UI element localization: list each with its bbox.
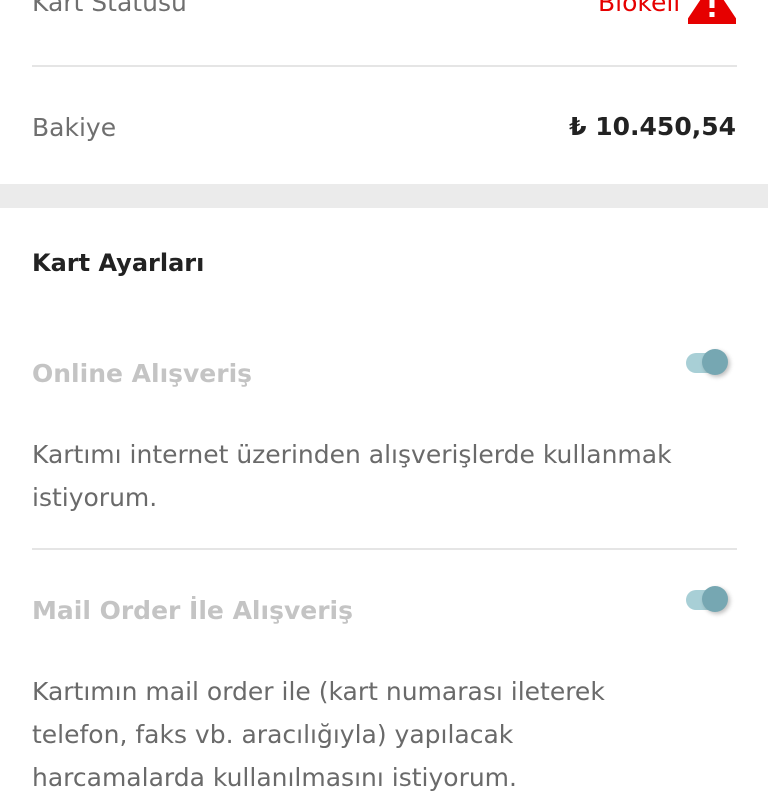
card-status-value: Blokeli — [598, 0, 681, 17]
setting-title: Online Alışveriş — [32, 359, 253, 388]
warning-triangle-icon — [686, 0, 738, 30]
toggle-knob — [702, 349, 728, 375]
setting-description: Kartımın mail order ile (kart numarası i… — [32, 677, 605, 792]
mail-order-toggle[interactable] — [684, 580, 732, 620]
balance-label: Bakiye — [32, 113, 117, 142]
setting-description: Kartımı internet üzerinden alışverişlerd… — [32, 440, 672, 512]
toggle-knob — [702, 586, 728, 612]
divider — [32, 65, 737, 67]
divider — [32, 548, 737, 550]
online-shopping-toggle[interactable] — [684, 343, 732, 383]
setting-title: Mail Order İle Alışveriş — [32, 596, 353, 625]
section-separator — [0, 184, 768, 208]
section-title: Kart Ayarları — [32, 249, 205, 277]
card-status-label: Kart Statüsü — [32, 0, 187, 17]
balance-value: ₺ 10.450,54 — [569, 112, 736, 141]
